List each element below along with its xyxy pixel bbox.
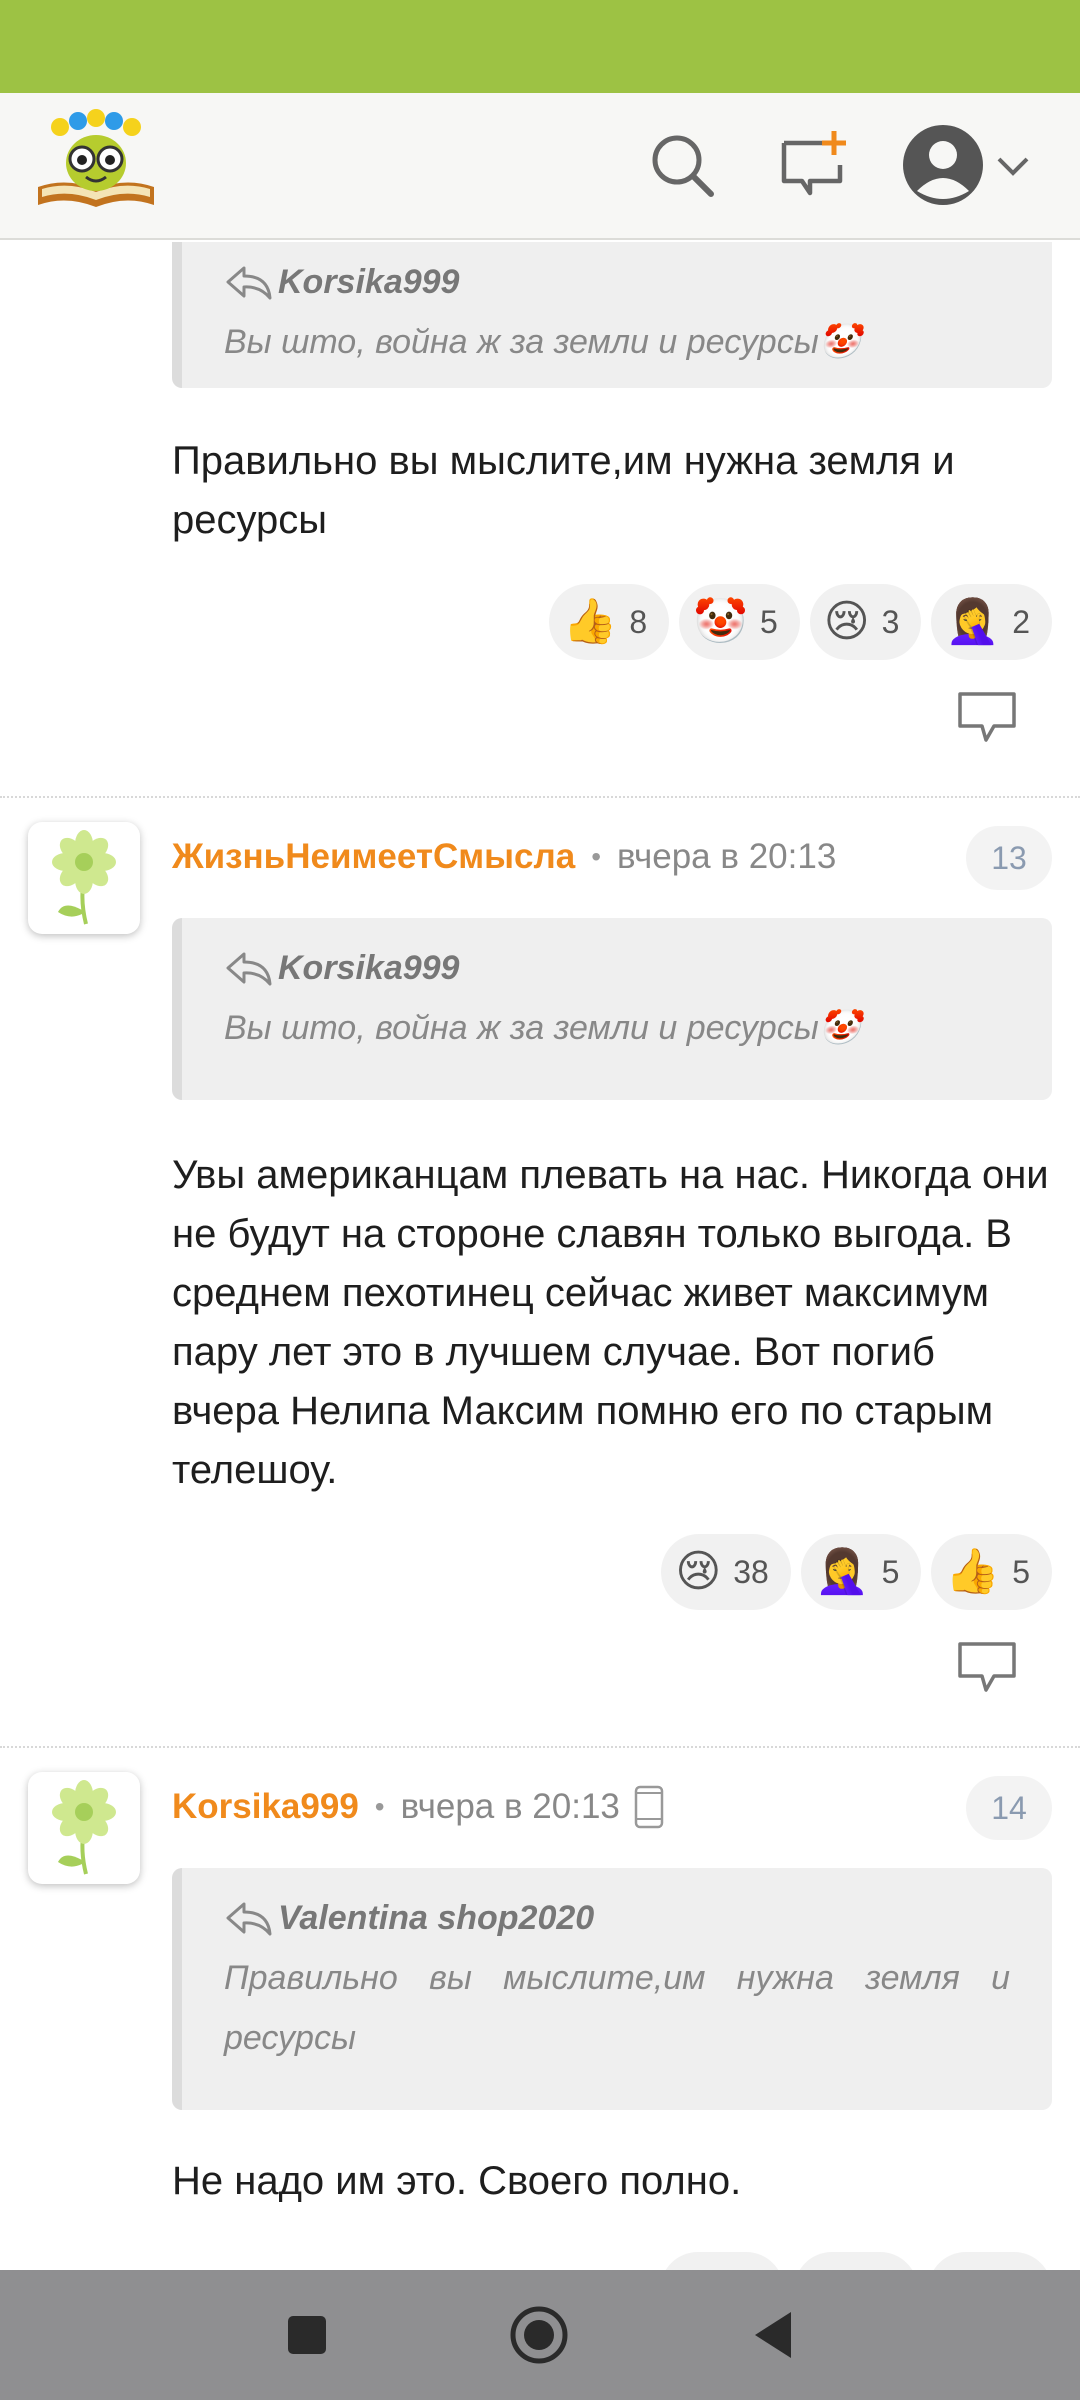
quote-author-name[interactable]: Valentina shop2020 [278, 1899, 594, 1938]
reaction-partial[interactable] [794, 2252, 918, 2270]
clown-icon: 🤡 [693, 597, 748, 646]
comment-divider [0, 796, 1080, 798]
comments-list: Korsika999 Вы што, война ж за земли и ре… [0, 242, 1080, 2270]
reply-comment-icon[interactable] [956, 1640, 1018, 1694]
home-button[interactable] [504, 2300, 574, 2370]
thumbs-up-icon: 👍 [945, 1547, 1001, 1596]
comment-time[interactable]: вчера в 20:13 [401, 1787, 620, 1827]
search-button[interactable] [640, 123, 724, 207]
crying-face-icon: 😢 [823, 597, 870, 646]
reaction-thumbs-up[interactable]: 👍 8 [548, 584, 670, 660]
reply-arrow-icon [226, 952, 272, 986]
quote-author-name[interactable]: Korsika999 [278, 263, 459, 302]
quote-text: Правильно вы мыслите,им нужна земля и ре… [224, 1959, 1010, 2057]
new-post-button[interactable] [772, 123, 856, 207]
back-triangle-icon [755, 2312, 791, 2358]
comment-text: Увы американцам плевать на нас. Никогда … [172, 1153, 1049, 1492]
quote-text: Вы што, война ж за земли и ресурсы🤡 [224, 323, 862, 361]
reaction-count: 2 [1012, 603, 1030, 640]
search-icon [652, 135, 714, 197]
reaction-partial[interactable] [928, 2252, 1052, 2270]
app-header [0, 93, 1080, 240]
comment-text: Не надо им это. Своего полно. [172, 2159, 742, 2203]
reaction-count: 5 [881, 1553, 900, 1590]
reaction-count: 8 [629, 603, 648, 640]
reaction-count: 5 [1012, 1553, 1030, 1590]
quoted-comment[interactable]: Valentina shop2020 Правильно вы мыслите,… [172, 1868, 1052, 2110]
reply-arrow-icon [226, 1902, 272, 1936]
comment-author[interactable]: ЖизньНеимеетСмысла [172, 837, 575, 877]
reactions-bar: 👍 8 🤡 5 😢 3 🤦‍♀️ 2 [548, 584, 1052, 660]
avatar[interactable] [28, 1772, 140, 1884]
reaction-crying[interactable]: 😢 38 [661, 1534, 791, 1610]
home-circle-icon [510, 2306, 568, 2364]
meta-separator: • [591, 841, 601, 872]
reactions-bar-partial [660, 2252, 1052, 2270]
comment-number[interactable]: 13 [966, 826, 1052, 890]
reactions-bar: 😢 38 🤦‍♀️ 5 👍 5 [661, 1534, 1052, 1610]
system-nav-bar [0, 2270, 1080, 2400]
meta-separator: • [374, 1791, 385, 1822]
reaction-crying[interactable]: 😢 3 [809, 584, 922, 660]
square-icon [288, 2316, 326, 2354]
comment-time[interactable]: вчера в 20:13 [617, 837, 836, 877]
quote-text: Вы што, война ж за земли и ресурсы🤡 [224, 1009, 862, 1047]
reaction-count: 5 [759, 603, 778, 640]
new-post-icon [781, 131, 846, 196]
reply-arrow-icon [226, 266, 272, 300]
reaction-facepalm[interactable]: 🤦‍♀️ 2 [931, 584, 1052, 660]
comment-meta: ЖизньНеимеетСмысла • вчера в 20:13 [172, 827, 836, 887]
quote-author-name[interactable]: Korsika999 [278, 949, 459, 988]
reaction-clown[interactable]: 🤡 5 [679, 584, 800, 660]
reply-comment-icon[interactable] [956, 690, 1018, 744]
flower-avatar-icon [52, 830, 116, 925]
reaction-count: 3 [881, 603, 900, 640]
profile-avatar-icon [903, 125, 983, 205]
reaction-count: 38 [733, 1553, 769, 1590]
reaction-partial[interactable] [660, 2252, 784, 2270]
status-bar [0, 0, 1080, 93]
comment-author[interactable]: Korsika999 [172, 1787, 359, 1827]
comment-number[interactable]: 14 [966, 1776, 1052, 1840]
thumbs-up-icon: 👍 [562, 597, 618, 646]
site-logo[interactable] [34, 107, 158, 211]
back-button[interactable] [738, 2300, 808, 2370]
recents-button[interactable] [272, 2300, 342, 2370]
mobile-device-icon [634, 1785, 664, 1829]
reaction-facepalm[interactable]: 🤦‍♀️ 5 [800, 1534, 922, 1610]
facepalm-icon: 🤦‍♀️ [814, 1547, 870, 1596]
facepalm-icon: 🤦‍♀️ [945, 597, 1001, 646]
comment-text: Правильно вы мыслите,им нужна земля и ре… [172, 439, 955, 542]
comment-meta: Korsika999 • вчера в 20:13 [172, 1777, 664, 1837]
flower-avatar-icon [52, 1780, 116, 1875]
profile-menu-button[interactable] [896, 123, 1036, 207]
chevron-down-icon [997, 157, 1029, 176]
comment-divider [0, 1746, 1080, 1748]
reaction-thumbs-up[interactable]: 👍 5 [931, 1534, 1052, 1610]
quoted-comment[interactable]: Korsika999 Вы што, война ж за земли и ре… [172, 242, 1052, 388]
avatar[interactable] [28, 822, 140, 934]
quoted-comment[interactable]: Korsika999 Вы што, война ж за земли и ре… [172, 918, 1052, 1100]
crying-face-icon: 😢 [675, 1547, 722, 1596]
